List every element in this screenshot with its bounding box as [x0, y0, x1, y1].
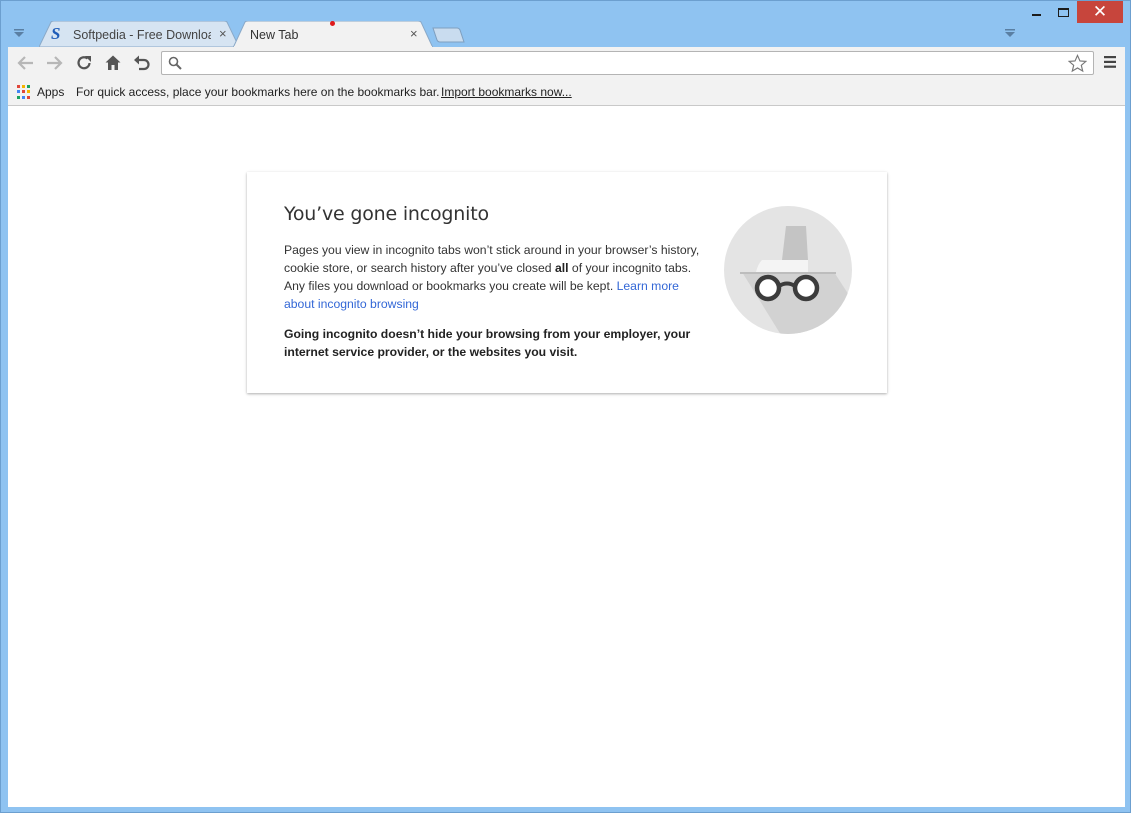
- incognito-heading: You’ve gone incognito: [284, 203, 489, 225]
- description-emphasis: all: [554, 261, 569, 275]
- incognito-spy-icon: [724, 206, 852, 334]
- search-icon: [168, 56, 182, 70]
- apps-shortcut-label[interactable]: Apps: [37, 85, 64, 99]
- recording-indicator: [330, 21, 335, 26]
- incognito-description: Pages you view in incognito tabs won’t s…: [284, 241, 709, 313]
- page-content: You’ve gone incognito Pages you view in …: [8, 106, 1125, 807]
- back-button[interactable]: [14, 52, 36, 74]
- browser-window: ✕ S Softpedia - Free Downloa × New Tab ×: [0, 0, 1131, 813]
- incognito-warning: Going incognito doesn’t hide your browsi…: [284, 327, 691, 359]
- tab-softpedia[interactable]: S Softpedia - Free Downloa ×: [39, 21, 239, 47]
- toolbar: [8, 47, 1125, 79]
- omnibox[interactable]: [161, 51, 1094, 75]
- tab-strip: S Softpedia - Free Downloa × New Tab ×: [1, 19, 1131, 48]
- home-button[interactable]: [102, 52, 124, 74]
- tab-close-icon[interactable]: ×: [410, 26, 418, 41]
- reload-icon: [77, 56, 91, 70]
- apps-grid-icon[interactable]: [17, 85, 31, 99]
- home-icon: [105, 55, 121, 70]
- minimize-icon: [1032, 14, 1041, 16]
- tab-new-tab[interactable]: New Tab ×: [233, 21, 433, 48]
- undo-button[interactable]: [131, 52, 153, 74]
- tab-close-icon[interactable]: ×: [219, 26, 227, 41]
- undo-icon: [134, 55, 150, 71]
- bookmarks-bar: Apps For quick access, place your bookma…: [8, 79, 1125, 106]
- softpedia-s-icon: S: [51, 24, 61, 43]
- tab-list-dropdown-icon[interactable]: [13, 28, 25, 38]
- back-arrow-icon: [17, 56, 33, 70]
- new-tab-button[interactable]: [432, 27, 466, 43]
- forward-button[interactable]: [44, 52, 66, 74]
- profile-dropdown-icon[interactable]: [1004, 28, 1016, 38]
- tab-title: Softpedia - Free Downloa: [73, 28, 211, 42]
- bookmarks-hint: For quick access, place your bookmarks h…: [76, 85, 440, 99]
- hamburger-menu-icon[interactable]: [1103, 55, 1117, 69]
- forward-arrow-icon: [47, 56, 63, 70]
- incognito-card: You’ve gone incognito Pages you view in …: [247, 172, 887, 393]
- reload-button[interactable]: [73, 52, 95, 74]
- maximize-icon: [1058, 7, 1069, 17]
- omnibox-input[interactable]: [188, 54, 1058, 72]
- tab-title: New Tab: [250, 28, 299, 42]
- import-bookmarks-link[interactable]: Import bookmarks now...: [441, 85, 572, 99]
- star-icon[interactable]: [1068, 54, 1087, 73]
